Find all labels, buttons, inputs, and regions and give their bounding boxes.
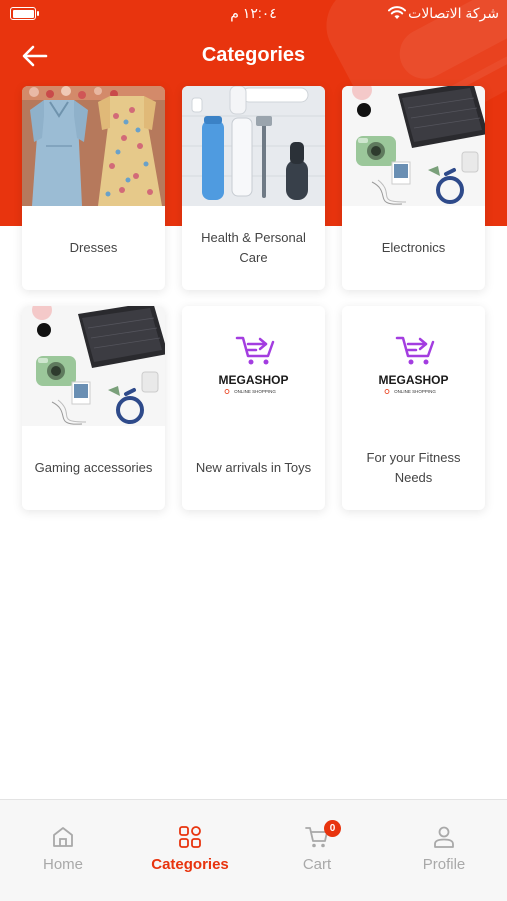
category-label: Gaming accessories [34,460,153,475]
category-card-gaming-accessories[interactable]: Gaming accessories [22,306,165,510]
svg-text:MEGASHOP: MEGASHOP [218,373,288,387]
category-card-electronics[interactable]: Electronics [342,86,485,290]
electronics-photo [22,306,165,426]
electronics-photo [342,86,485,206]
nav-categories[interactable]: Categories [127,800,253,901]
category-image: MEGASHOP ONLINE SHOPPING [182,306,325,426]
nav-home-label: Home [42,856,83,873]
category-label: Health & Personal Care [201,230,306,265]
dresses-photo [22,86,165,206]
cart-count-badge: 0 [324,820,341,837]
home-icon [53,827,73,847]
wifi-icon [388,6,406,19]
category-image [342,86,485,206]
nav-profile-label: Profile [422,856,466,873]
user-icon [434,826,454,848]
category-image: MEGASHOP ONLINE SHOPPING [342,306,485,426]
nav-cart[interactable]: 0 Cart [254,800,380,901]
personal-care-photo [182,86,325,206]
svg-text:ONLINE SHOPPING: ONLINE SHOPPING [394,389,436,394]
megashop-logo: MEGASHOP ONLINE SHOPPING [182,306,325,426]
category-card-fitness-needs[interactable]: MEGASHOP ONLINE SHOPPING For your Fitnes… [342,306,485,510]
nav-categories-label: Categories [151,856,229,873]
category-image [182,86,325,206]
category-card-dresses[interactable]: Dresses [22,86,165,290]
page-title: Categories [201,44,306,66]
category-label: Dresses [69,240,118,255]
carrier-name: شركة الاتصالات [408,5,499,21]
nav-profile[interactable]: Profile [381,800,507,901]
category-image [22,86,165,206]
category-image [22,306,165,426]
nav-cart-label: Cart [302,856,332,873]
bottom-navigation: Home Categories 0 Cart Profile [0,799,507,901]
svg-text:MEGASHOP: MEGASHOP [378,373,448,387]
svg-text:ONLINE SHOPPING: ONLINE SHOPPING [234,389,276,394]
megashop-logo: MEGASHOP ONLINE SHOPPING [342,306,485,426]
categories-grid: Dresses Health & Personal Care Electroni… [22,86,486,510]
grid-icon [179,826,201,848]
category-label: New arrivals in Toys [195,460,312,475]
category-card-health-personal-care[interactable]: Health & Personal Care [182,86,325,290]
category-label: For your Fitness Needs [366,450,461,485]
status-bar: ١٢:٠٤ م شركة الاتصالات [0,0,507,28]
category-card-new-arrivals-toys[interactable]: MEGASHOP ONLINE SHOPPING New arrivals in… [182,306,325,510]
category-label: Electronics [381,240,446,255]
nav-home[interactable]: Home [0,800,126,901]
